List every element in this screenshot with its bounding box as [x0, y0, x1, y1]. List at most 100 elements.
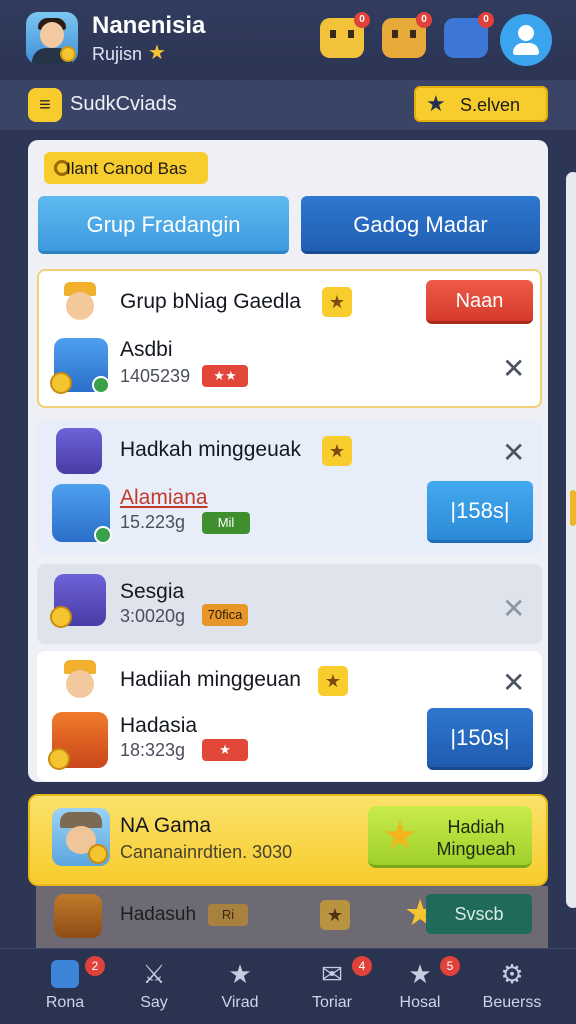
- sync-button[interactable]: Svscb: [426, 894, 532, 934]
- coin-icon: [50, 372, 72, 394]
- side-scroll-thumb[interactable]: [570, 490, 576, 526]
- check-badge-icon: [94, 526, 112, 544]
- tab-grup-fradangin[interactable]: Grup Fradangin: [38, 196, 289, 254]
- star-icon: ★: [408, 959, 432, 989]
- sword-icon: ⚔: [142, 959, 166, 989]
- chat-icon: ✉: [321, 959, 343, 989]
- weekly-reward-label: Hadiah Mingueah: [436, 817, 516, 859]
- panel-tag-label: Ilant Canod Bas: [66, 159, 187, 178]
- side-scroll-handle[interactable]: [566, 172, 576, 908]
- cube-icon: [50, 574, 106, 628]
- featured-avatar: [52, 808, 110, 866]
- nav-label: Say: [140, 994, 168, 1011]
- chest-icon[interactable]: 0: [382, 12, 432, 58]
- item-value: 3:0020g: [120, 606, 186, 626]
- item-name: Sesgia: [120, 580, 185, 603]
- item-chip: ★: [202, 739, 248, 761]
- weekly-reward-button[interactable]: ★ Hadiah Mingueah: [368, 806, 532, 868]
- naan-button[interactable]: Naan: [426, 280, 533, 324]
- shop-notification-badge: 0: [478, 12, 494, 28]
- character-face: [66, 670, 94, 698]
- user-avatar[interactable]: [26, 12, 78, 64]
- nav-item-say[interactable]: ⚔ Say: [108, 948, 200, 1024]
- shop-icon[interactable]: 0: [444, 12, 494, 58]
- cube-icon: [56, 428, 102, 474]
- nav-item-hosal[interactable]: ★ 5 Hosal: [374, 948, 466, 1024]
- gift-box-icon: [50, 338, 110, 394]
- nav-item-beuerss[interactable]: ⚙ Beuerss: [466, 948, 558, 1024]
- nav-label: Rona: [45, 994, 85, 1011]
- nav-item-virad[interactable]: ★ Virad: [194, 948, 286, 1024]
- card-title: Grup bNiag Gaedla: [120, 290, 301, 313]
- coin-icon: [50, 606, 72, 628]
- item-value: 18:323g: [120, 740, 186, 760]
- star-icon: ★: [320, 900, 350, 930]
- item-name: Alamiana: [120, 486, 208, 509]
- timer-button[interactable]: |150s|: [427, 708, 533, 770]
- chest-icon: [54, 894, 102, 938]
- star-icon: ★: [322, 436, 352, 466]
- close-icon[interactable]: ✕: [502, 352, 525, 385]
- check-badge-icon: [92, 376, 110, 394]
- nav-label: Toriar: [311, 994, 352, 1011]
- user-name: Nanenisia: [92, 12, 206, 39]
- seven-button-label: S.elven: [460, 95, 521, 115]
- close-icon[interactable]: ✕: [502, 592, 525, 625]
- item-name: Hadasia: [120, 714, 198, 737]
- profile-icon-body: [513, 43, 539, 55]
- gear-icon: ⚙: [500, 959, 524, 989]
- item-chip: Mil: [202, 512, 250, 534]
- nav-item-toriar[interactable]: ✉ 4 Toriar: [286, 948, 378, 1024]
- timer-button[interactable]: |158s|: [427, 481, 533, 543]
- tab-gadog-madar[interactable]: Gadog Madar: [301, 196, 540, 254]
- featured-subtitle: Cananainrdtien. 3030: [120, 842, 293, 862]
- seven-button[interactable]: ★ S.elven: [414, 86, 548, 122]
- medal-icon: [60, 46, 76, 62]
- nav-label: Hosal: [399, 994, 441, 1011]
- item-value: 1405239: [120, 366, 191, 386]
- featured-name: NA Gama: [120, 814, 212, 837]
- user-subtitle: Rujisn: [92, 44, 143, 64]
- nav-badge: 4: [352, 956, 372, 976]
- character-icon: [58, 280, 102, 324]
- star-icon: ★: [228, 959, 252, 989]
- avatar-face: [40, 22, 64, 48]
- item-name: Hadasuh: [120, 904, 197, 925]
- star-icon: ★: [318, 666, 348, 696]
- item-chip: ★★: [202, 365, 248, 387]
- close-icon[interactable]: ✕: [502, 666, 525, 699]
- item-chip: 70fica: [202, 604, 248, 626]
- sub-bar-title: SudkCviads: [70, 93, 177, 115]
- item-card[interactable]: [37, 564, 542, 644]
- nav-badge: 2: [85, 956, 105, 976]
- nav-label: Virad: [221, 994, 259, 1011]
- card-title: Hadkah minggeuak: [120, 438, 301, 461]
- player-avatar: [52, 484, 112, 544]
- filter-button[interactable]: ≡: [28, 88, 62, 122]
- star-icon: ★: [382, 814, 418, 858]
- profile-icon-head: [518, 25, 534, 41]
- home-icon: [51, 960, 79, 988]
- item-name: Asdbi: [120, 338, 173, 361]
- item-chip: Ri: [208, 904, 248, 926]
- character-face: [66, 292, 94, 320]
- gift-notification-badge: 0: [354, 12, 370, 28]
- close-icon[interactable]: ✕: [502, 436, 525, 469]
- coin-icon: [48, 748, 70, 770]
- nav-item-rona[interactable]: 2 Rona: [19, 948, 111, 1024]
- star-icon: ★: [322, 287, 352, 317]
- gift-icon-face: [330, 30, 354, 38]
- chest-icon-face: [392, 30, 416, 38]
- star-icon: ★: [426, 91, 446, 116]
- panel-tag: Ilant Canod Bas: [44, 152, 208, 184]
- card-title: Hadiiah minggeuan: [120, 668, 301, 691]
- coin-icon: [88, 844, 108, 864]
- character-icon: [58, 658, 102, 702]
- profile-button[interactable]: [500, 14, 552, 66]
- gift-icon[interactable]: 0: [320, 12, 370, 58]
- gift-box-icon: [48, 712, 108, 770]
- nav-label: Beuerss: [482, 994, 542, 1011]
- chest-notification-badge: 0: [416, 12, 432, 28]
- item-value: 15.223g: [120, 512, 186, 532]
- star-icon: ★: [148, 42, 166, 64]
